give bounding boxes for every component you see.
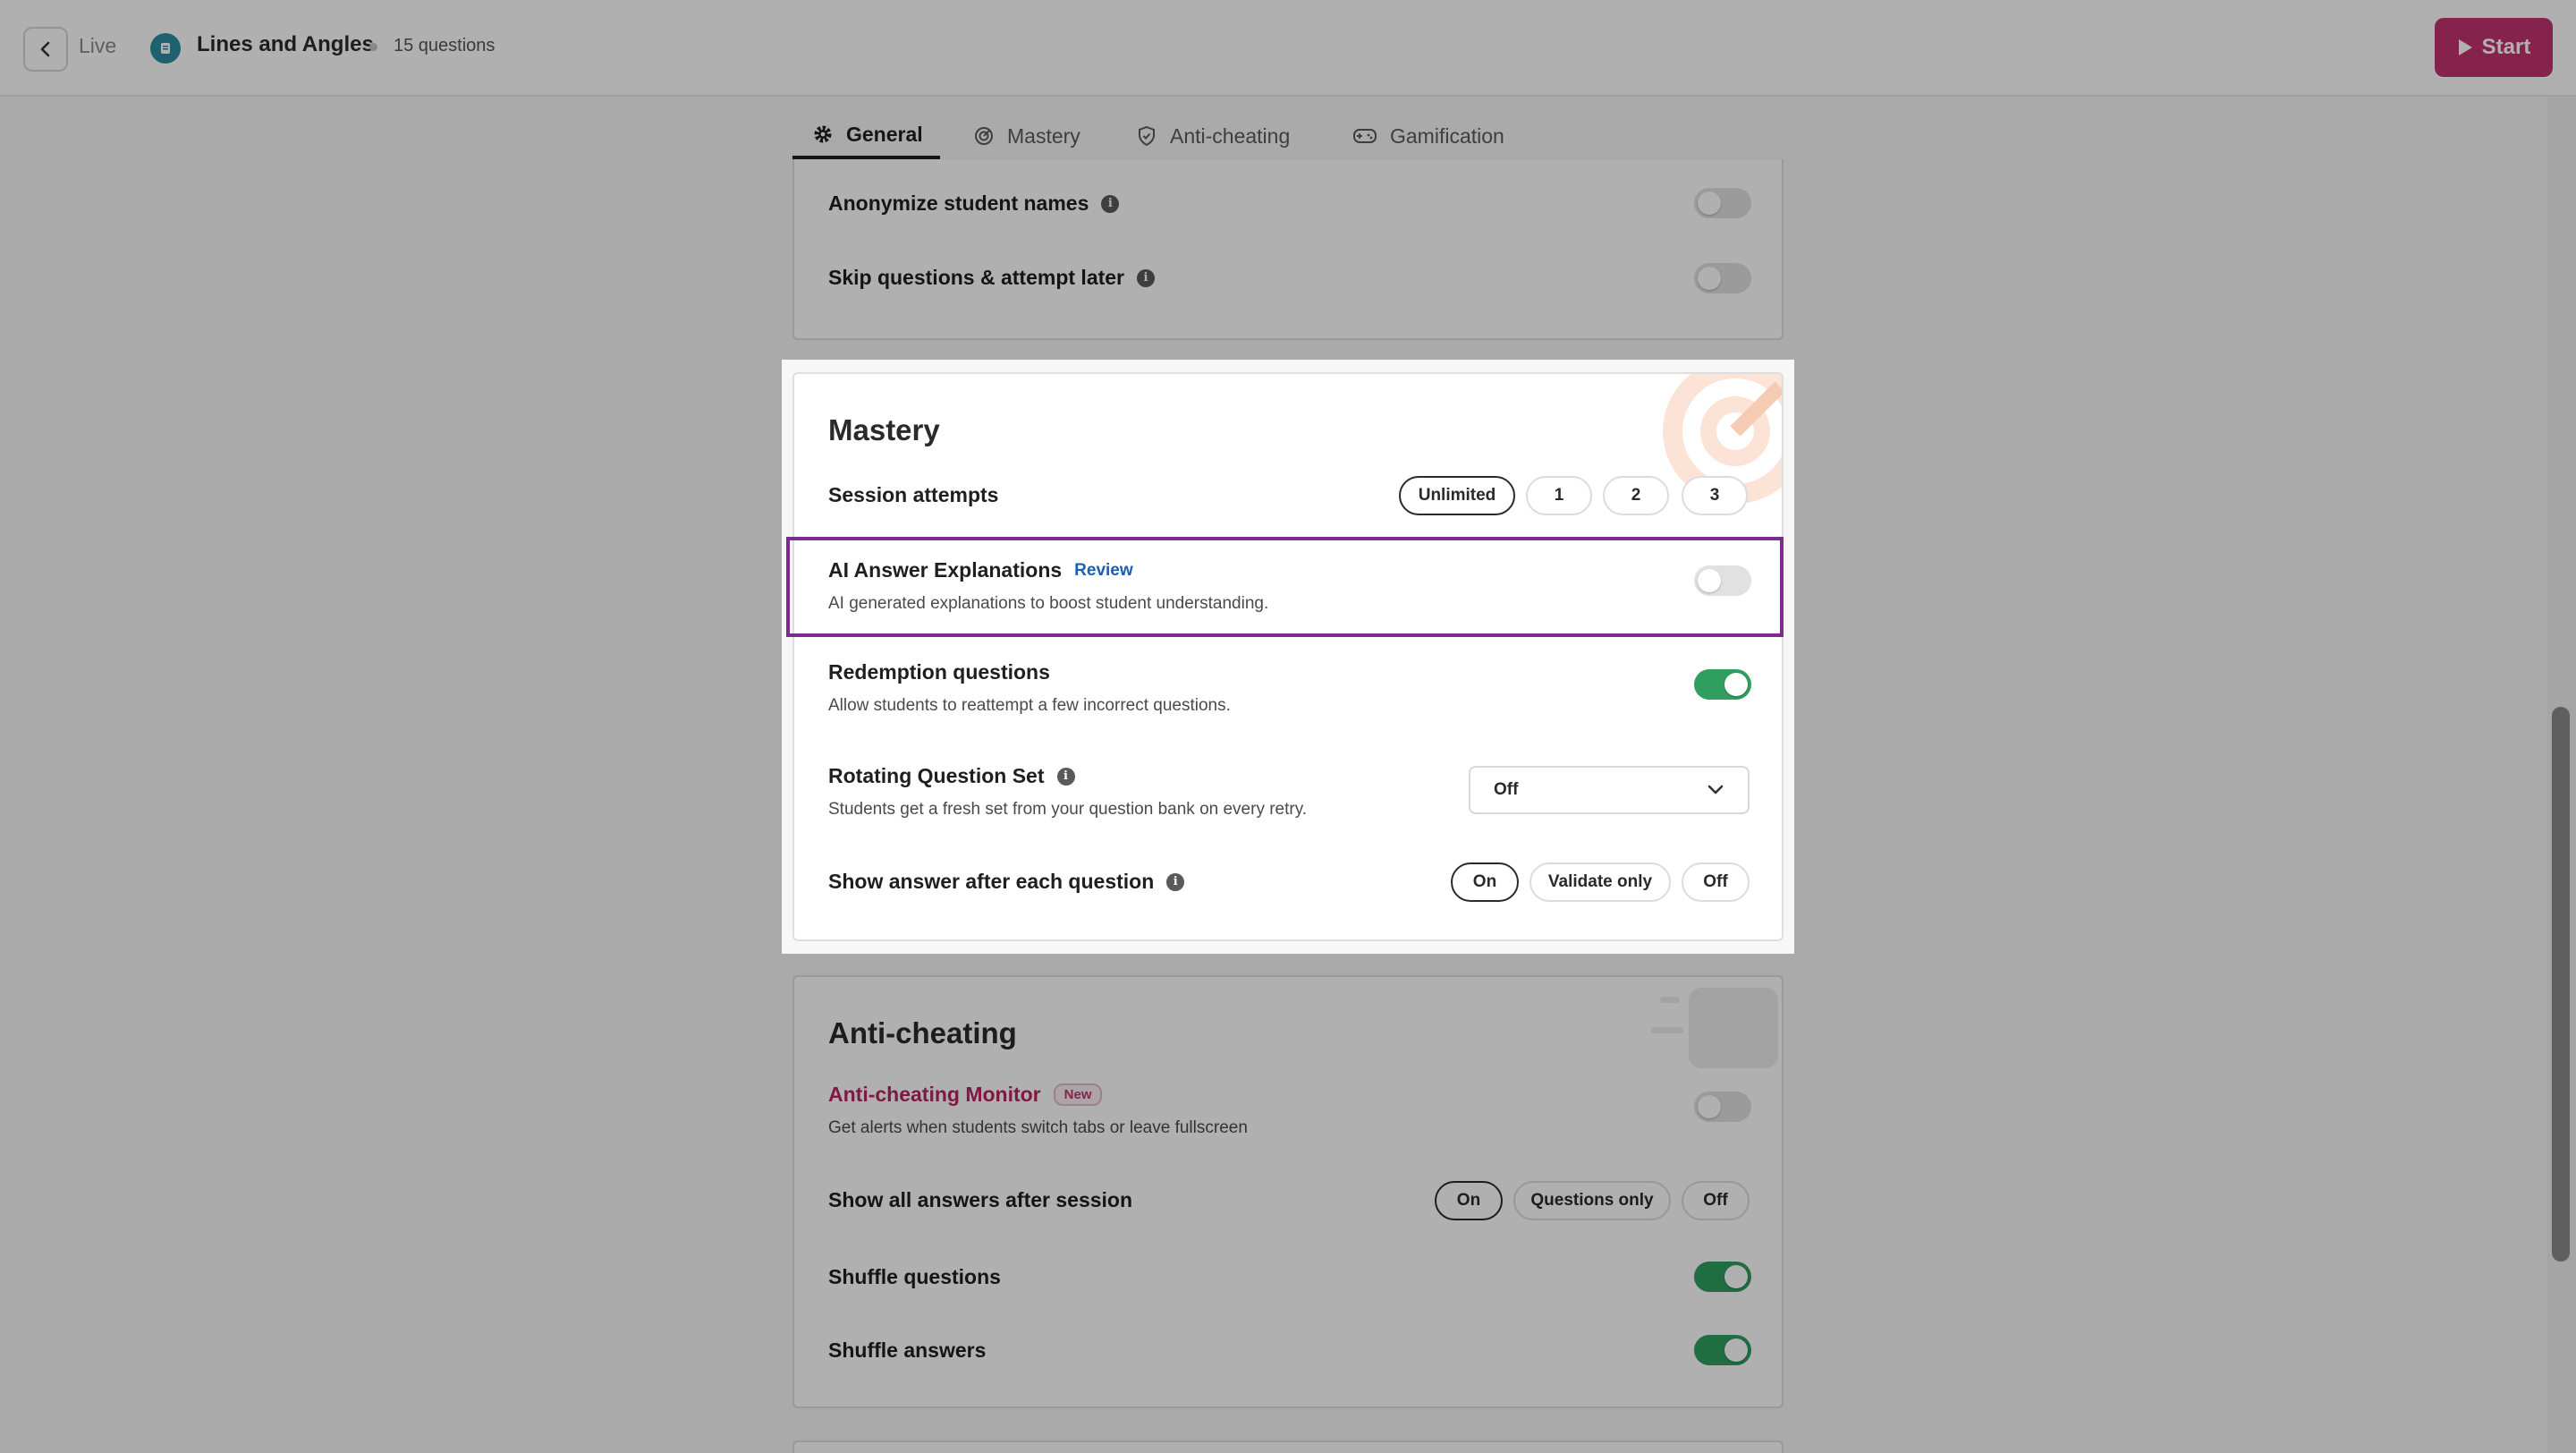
mastery-section-title: Mastery xyxy=(828,413,940,446)
dim-overlay xyxy=(0,954,2576,1453)
rotating-dropdown[interactable]: Off xyxy=(1469,766,1750,814)
rotating-value: Off xyxy=(1494,780,1519,799)
dim-overlay xyxy=(0,360,782,954)
dim-overlay xyxy=(1794,360,2576,954)
redemption-desc: Allow students to reattempt a few incorr… xyxy=(828,696,1231,715)
chevron-down-icon xyxy=(1707,785,1724,794)
toggle-knob xyxy=(1724,673,1748,696)
redemption-label: Redemption questions xyxy=(828,660,1050,684)
rotating-desc: Students get a fresh set from your quest… xyxy=(828,800,1308,819)
ai-explanations-highlight xyxy=(786,537,1784,637)
attempts-option-2[interactable]: 2 xyxy=(1603,476,1669,515)
show-answer-option-on[interactable]: On xyxy=(1451,862,1519,902)
rotating-label: Rotating Question Set xyxy=(828,764,1045,787)
redemption-toggle[interactable] xyxy=(1694,669,1751,700)
dim-overlay xyxy=(0,0,2576,360)
attempts-option-3[interactable]: 3 xyxy=(1682,476,1748,515)
show-answer-label: Show answer after each question xyxy=(828,870,1155,893)
attempts-option-1[interactable]: 1 xyxy=(1526,476,1592,515)
attempts-option-unlimited[interactable]: Unlimited xyxy=(1399,476,1515,515)
mastery-card: Mastery Session attempts Unlimited 1 2 3… xyxy=(792,372,1784,941)
rotating-setting: Rotating Question Set i xyxy=(828,764,1075,788)
session-attempts-label: Session attempts xyxy=(828,483,999,506)
show-answer-option-off[interactable]: Off xyxy=(1682,862,1750,902)
show-answer-setting: Show answer after each question i xyxy=(828,870,1185,894)
info-icon[interactable]: i xyxy=(1166,872,1185,891)
info-icon[interactable]: i xyxy=(1056,767,1075,786)
show-answer-option-validate[interactable]: Validate only xyxy=(1530,862,1671,902)
